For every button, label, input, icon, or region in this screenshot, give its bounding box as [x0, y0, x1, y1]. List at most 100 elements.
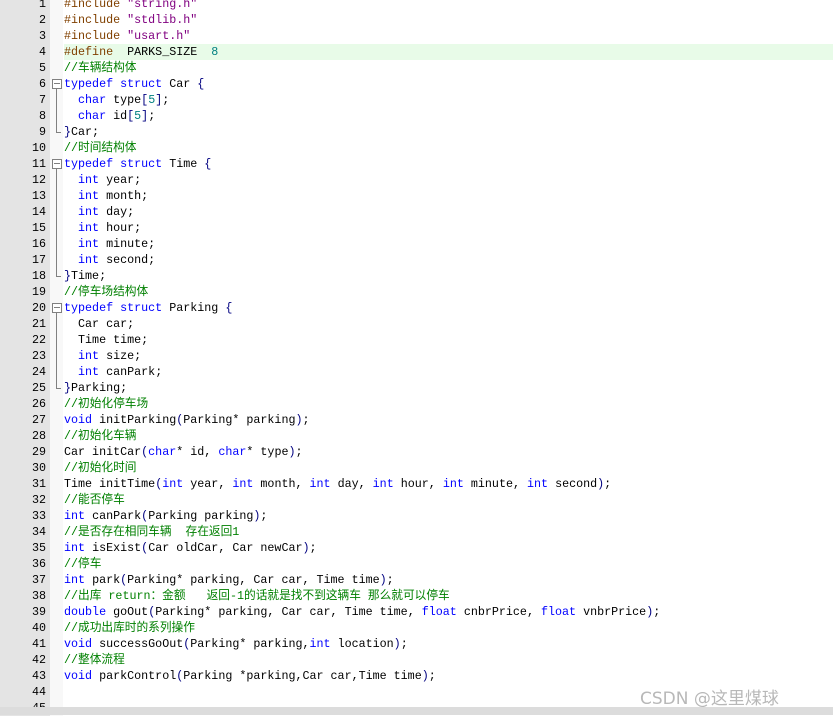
code-line[interactable]: 2 #include "stdlib.h": [0, 12, 833, 28]
code-token: Car oldCar, Car newCar: [148, 541, 303, 555]
code-text: //整体流程: [64, 652, 833, 668]
code-line[interactable]: 9}Car;: [0, 124, 833, 140]
fold-margin: [50, 60, 63, 76]
code-editor[interactable]: 1 #include "string.h" 2 #include "stdlib.h"…: [0, 0, 833, 716]
code-line[interactable]: 21 Car car;: [0, 316, 833, 332]
code-token: }: [64, 125, 72, 139]
code-line[interactable]: 6 typedef struct Car {: [0, 76, 833, 92]
code-line[interactable]: 5 //车辆结构体: [0, 60, 833, 76]
code-line[interactable]: 20 typedef struct Parking {: [0, 300, 833, 316]
code-token: {: [197, 77, 205, 91]
code-token: }: [64, 269, 72, 283]
code-text: void successGoOut(Parking* parking,int l…: [64, 636, 833, 652]
fold-margin: [50, 540, 63, 556]
fold-margin: [50, 684, 63, 700]
code-line[interactable]: 39 double goOut(Parking* parking, Car car…: [0, 604, 833, 620]
code-line[interactable]: 12 int year;: [0, 172, 833, 188]
code-line[interactable]: 13 int month;: [0, 188, 833, 204]
code-line[interactable]: 33 int canPark(Parking parking);: [0, 508, 833, 524]
code-token: char: [218, 445, 247, 459]
code-line[interactable]: 31 Time initTime(int year, int month, int…: [0, 476, 833, 492]
line-number: 14: [0, 204, 50, 220]
code-token: //整体流程: [64, 653, 125, 667]
line-number: 15: [0, 220, 50, 236]
code-token: int: [78, 349, 107, 363]
code-line[interactable]: 25}Parking;: [0, 380, 833, 396]
code-line[interactable]: 26 //初始化停车场: [0, 396, 833, 412]
fold-margin: [50, 316, 63, 332]
code-line[interactable]: 14 int day;: [0, 204, 833, 220]
code-token: type: [113, 93, 142, 107]
code-token: typedef struct: [64, 77, 170, 91]
fold-collapse-icon[interactable]: [52, 159, 62, 169]
code-token: ;: [295, 445, 303, 459]
code-line[interactable]: 36 //停车: [0, 556, 833, 572]
code-line[interactable]: 3 #include "usart.h": [0, 28, 833, 44]
code-token: second: [555, 477, 598, 491]
code-token: * id,: [176, 445, 219, 459]
code-token: year,: [190, 477, 233, 491]
code-line[interactable]: 38 //出库 return：金额 返回-1的话就是找不到这辆车 那么就可以停车: [0, 588, 833, 604]
code-token: int: [64, 509, 93, 523]
code-line[interactable]: 11 typedef struct Time {: [0, 156, 833, 172]
code-token: void: [64, 413, 100, 427]
code-token: Car;: [71, 125, 100, 139]
code-line[interactable]: 4 #define PARKS_SIZE 8: [0, 44, 833, 60]
code-line[interactable]: 24 int canPark;: [0, 364, 833, 380]
line-number: 25: [0, 380, 50, 396]
code-line[interactable]: 34 //是否存在相同车辆 存在返回1: [0, 524, 833, 540]
code-line[interactable]: 42 //整体流程: [0, 652, 833, 668]
fold-margin: [50, 220, 63, 236]
code-token: day,: [337, 477, 373, 491]
code-line[interactable]: 16 int minute;: [0, 236, 833, 252]
code-line[interactable]: 8 char id[5];: [0, 108, 833, 124]
code-line[interactable]: 18}Time;: [0, 268, 833, 284]
code-token: month;: [106, 189, 149, 203]
code-line[interactable]: 32 //能否停车: [0, 492, 833, 508]
line-number: 24: [0, 364, 50, 380]
code-line[interactable]: 30 //初始化时间: [0, 460, 833, 476]
code-token: "string.h": [127, 0, 198, 11]
code-token: //车辆结构体: [64, 61, 137, 75]
fold-margin: [50, 428, 63, 444]
code-token: ;: [653, 605, 661, 619]
code-line[interactable]: 15 int hour;: [0, 220, 833, 236]
fold-margin: [50, 460, 63, 476]
code-line[interactable]: 7 char type[5];: [0, 92, 833, 108]
code-line[interactable]: 1 #include "string.h": [0, 0, 833, 12]
code-line[interactable]: 35 int isExist(Car oldCar, Car newCar);: [0, 540, 833, 556]
line-number: 2: [0, 12, 50, 28]
code-line[interactable]: 28 //初始化车辆: [0, 428, 833, 444]
code-token: minute;: [106, 237, 156, 251]
code-line[interactable]: 23 int size;: [0, 348, 833, 364]
code-line[interactable]: 17 int second;: [0, 252, 833, 268]
code-line[interactable]: 19 //停车场结构体: [0, 284, 833, 300]
code-text: int size;: [64, 348, 833, 364]
code-line[interactable]: 37 int park(Parking* parking, Car car, Ti…: [0, 572, 833, 588]
code-line[interactable]: 41 void successGoOut(Parking* parking,int…: [0, 636, 833, 652]
line-number: 5: [0, 60, 50, 76]
code-line[interactable]: 10 //时间结构体: [0, 140, 833, 156]
code-token: int: [309, 637, 338, 651]
code-line[interactable]: 43 void parkControl(Parking *parking,Car …: [0, 668, 833, 684]
fold-margin: [50, 92, 63, 108]
fold-collapse-icon[interactable]: [52, 79, 62, 89]
code-token: #include: [64, 13, 128, 27]
code-line[interactable]: 22 Time time;: [0, 332, 833, 348]
line-number: 7: [0, 92, 50, 108]
code-line[interactable]: 27 void initParking(Parking* parking);: [0, 412, 833, 428]
code-token: int: [232, 477, 261, 491]
code-token: successGoOut: [99, 637, 184, 651]
code-token: Parking* parking,: [190, 637, 310, 651]
line-number: 23: [0, 348, 50, 364]
fold-collapse-icon[interactable]: [52, 303, 62, 313]
code-text: Car initCar(char* id, char* type);: [64, 444, 833, 460]
code-token: void: [64, 669, 100, 683]
fold-margin: [50, 300, 63, 316]
code-line[interactable]: 40 //成功出库时的系列操作: [0, 620, 833, 636]
code-line[interactable]: 29 Car initCar(char* id, char* type);: [0, 444, 833, 460]
